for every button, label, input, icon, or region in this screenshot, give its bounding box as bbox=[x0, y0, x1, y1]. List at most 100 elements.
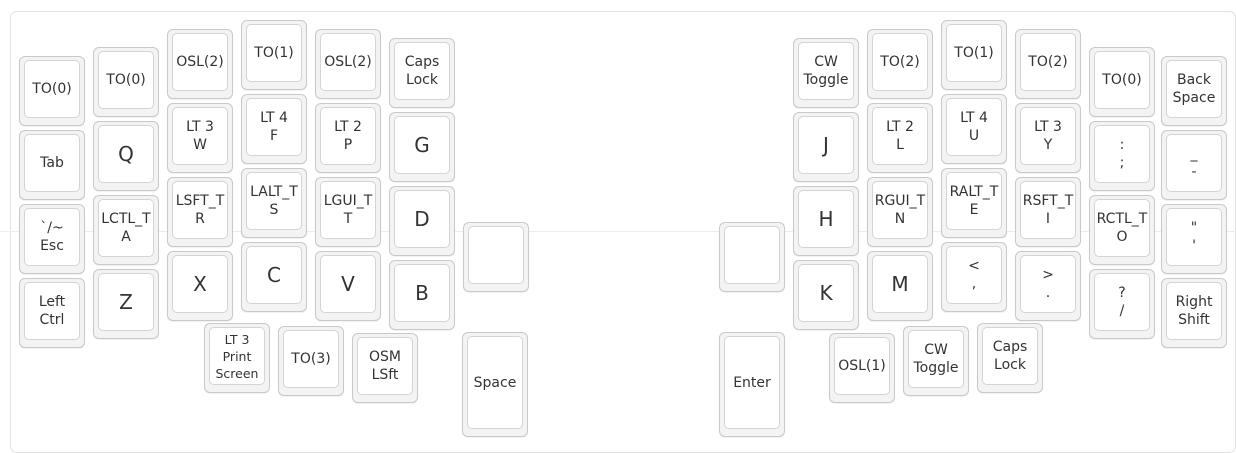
key-legend: J bbox=[798, 116, 854, 174]
key-legend-line: TO(0) bbox=[106, 72, 146, 88]
key-legend-line: Ctrl bbox=[39, 312, 65, 328]
key-legend-line: LT 3 bbox=[186, 119, 214, 135]
key-left-col1-r3: Z bbox=[93, 269, 159, 339]
key-left-col0-r2: `/~ Esc bbox=[19, 204, 85, 274]
key-legend-line: LT 2 bbox=[334, 119, 362, 135]
key-legend-line: < bbox=[968, 258, 980, 274]
key-legend: CW Toggle bbox=[798, 42, 854, 100]
key-legend-line: ; bbox=[1119, 155, 1125, 171]
key-legend-line: LGUI_T bbox=[323, 193, 373, 209]
key-legend-line: J bbox=[823, 133, 829, 157]
key-legend-line: Lock bbox=[406, 72, 438, 88]
key-left-col1-r2: LCTL_T A bbox=[93, 195, 159, 265]
key-legend: Back Space bbox=[1166, 60, 1222, 118]
key-legend-line: Caps bbox=[404, 54, 440, 70]
key-legend: OSL(1) bbox=[834, 337, 890, 395]
key-legend: LT 2 L bbox=[872, 107, 928, 165]
key-legend-line: E bbox=[969, 202, 979, 218]
key-left-col3-r0: TO(1) bbox=[241, 20, 307, 90]
key-legend-line: K bbox=[819, 281, 833, 305]
key-legend-line: LT 4 bbox=[260, 110, 288, 126]
key-legend: Z bbox=[98, 273, 154, 331]
key-legend-line: - bbox=[1191, 164, 1197, 180]
key-legend-line: TO(2) bbox=[880, 54, 920, 70]
key-legend: " ' bbox=[1166, 208, 1222, 266]
key-legend-line: RCTL_T bbox=[1096, 211, 1148, 227]
key-legend-line: ? bbox=[1118, 285, 1126, 301]
key-left-col5-r3: B bbox=[389, 260, 455, 330]
key-left-inner bbox=[463, 222, 529, 292]
key-left-thumb-space: Space bbox=[462, 332, 528, 437]
key-left-col0-r3: Left Ctrl bbox=[19, 278, 85, 348]
key-left-thumb-t1: TO(3) bbox=[278, 326, 344, 396]
key-right-col0-r1: J bbox=[793, 112, 859, 182]
key-left-col1-r1: Q bbox=[93, 121, 159, 191]
key-legend-line: Caps bbox=[992, 339, 1028, 355]
key-legend-line: Left bbox=[38, 294, 66, 310]
key-right-thumb-t2: Caps Lock bbox=[977, 323, 1043, 393]
key-legend-line: Right bbox=[1175, 294, 1213, 310]
key-legend: LALT_T S bbox=[246, 172, 302, 230]
key-legend: RSFT_T I bbox=[1020, 181, 1076, 239]
key-right-thumb-t0: OSL(1) bbox=[829, 333, 895, 403]
key-right-col0-r2: H bbox=[793, 186, 859, 256]
key-legend-line: Toggle bbox=[803, 72, 849, 88]
key-legend: RCTL_T O bbox=[1094, 199, 1150, 257]
key-legend: RGUI_T N bbox=[872, 181, 928, 239]
key-legend-line: Q bbox=[118, 142, 134, 166]
key-legend: TO(1) bbox=[946, 24, 1002, 82]
key-legend-line: TO(2) bbox=[1028, 54, 1068, 70]
key-legend-line: LALT_T bbox=[250, 184, 298, 200]
key-legend-line: OSL(2) bbox=[176, 54, 224, 70]
key-legend-line: TO(0) bbox=[32, 81, 72, 97]
key-legend-line: N bbox=[894, 211, 906, 227]
key-legend: LT 3 Y bbox=[1020, 107, 1076, 165]
key-right-col4-r0: TO(0) bbox=[1089, 47, 1155, 117]
key-legend: TO(2) bbox=[872, 33, 928, 91]
key-left-col3-r1: LT 4 F bbox=[241, 94, 307, 164]
key-legend: LT 4 U bbox=[946, 98, 1002, 156]
key-legend-line: OSL(1) bbox=[838, 358, 886, 374]
key-legend: <, bbox=[946, 246, 1002, 304]
key-legend: TO(1) bbox=[246, 24, 302, 82]
key-left-col5-r1: G bbox=[389, 112, 455, 182]
key-left-col2-r3: X bbox=[167, 251, 233, 321]
key-left-col5-r0: Caps Lock bbox=[389, 38, 455, 108]
key-legend-line: RGUI_T bbox=[874, 193, 926, 209]
key-right-thumb-enter: Enter bbox=[719, 332, 785, 437]
key-legend-line: Enter bbox=[733, 374, 771, 391]
key-legend: ? / bbox=[1094, 273, 1150, 331]
key-legend-line: Space bbox=[1172, 90, 1216, 106]
key-legend bbox=[468, 226, 524, 284]
key-right-inner bbox=[719, 222, 785, 292]
key-left-thumb-t2: OSM LSft bbox=[352, 333, 418, 403]
key-right-col0-r3: K bbox=[793, 260, 859, 330]
key-legend: Left Ctrl bbox=[24, 282, 80, 340]
key-legend-line: Screen bbox=[215, 365, 259, 381]
key-legend: C bbox=[246, 246, 302, 304]
key-right-col5-r3: Right Shift bbox=[1161, 278, 1227, 348]
key-legend-line: Toggle bbox=[913, 360, 959, 376]
key-legend: LT 4 F bbox=[246, 98, 302, 156]
key-legend-line: X bbox=[193, 272, 207, 296]
key-legend: Enter bbox=[724, 336, 780, 429]
key-right-col1-r0: TO(2) bbox=[867, 29, 933, 99]
key-left-col4-r2: LGUI_T T bbox=[315, 177, 381, 247]
key-legend-line: R bbox=[195, 211, 205, 227]
key-legend: TO(2) bbox=[1020, 33, 1076, 91]
key-right-col0-r0: CW Toggle bbox=[793, 38, 859, 108]
key-right-col2-r2: RALT_T E bbox=[941, 168, 1007, 238]
key-legend: K bbox=[798, 264, 854, 322]
key-legend-line: P bbox=[343, 137, 353, 153]
key-legend-line: > bbox=[1042, 267, 1054, 283]
key-legend-line: V bbox=[341, 272, 355, 296]
key-legend-line: B bbox=[415, 281, 429, 305]
key-legend-line: _ bbox=[1190, 146, 1198, 162]
key-legend-line: S bbox=[269, 202, 279, 218]
key-right-col2-r0: TO(1) bbox=[941, 20, 1007, 90]
key-legend: TO(0) bbox=[98, 51, 154, 109]
key-right-col1-r1: LT 2 L bbox=[867, 103, 933, 173]
key-legend-line: L bbox=[896, 137, 904, 153]
key-legend: >. bbox=[1020, 255, 1076, 313]
key-legend-line: TO(3) bbox=[291, 351, 331, 367]
